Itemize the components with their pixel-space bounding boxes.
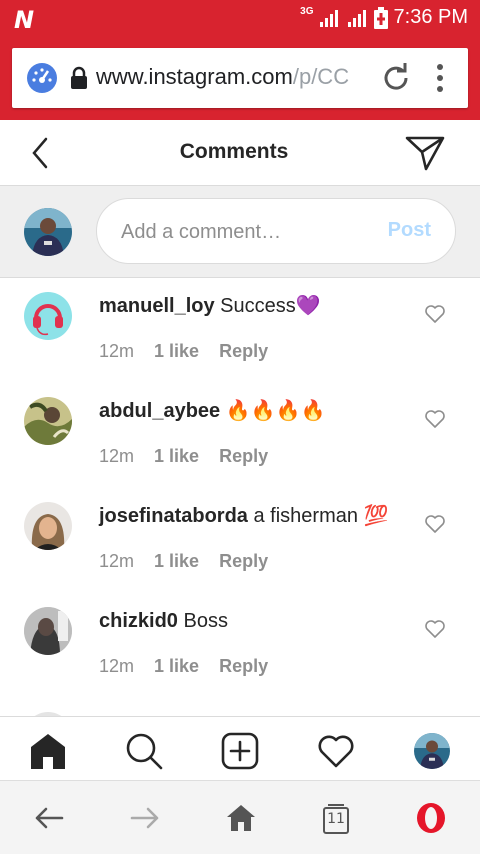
post-button[interactable]: Post (388, 219, 431, 242)
reply-button[interactable]: Reply (219, 341, 268, 361)
comment-body: Boss (183, 610, 228, 632)
comment-time: 12m (99, 551, 135, 571)
reply-button[interactable]: Reply (219, 551, 268, 571)
url-path: /p/CC (292, 64, 350, 89)
share-direct-icon[interactable] (404, 134, 446, 172)
comment-body: Success💜 (220, 295, 321, 317)
comment-meta: 12m 1 like Reply (99, 656, 283, 677)
comment-likes[interactable]: 1 like (154, 551, 199, 571)
comment-text: manuell_loy Success💜 (99, 294, 409, 318)
url-text[interactable]: www.instagram.com/p/CC (96, 64, 366, 94)
heart-icon[interactable] (424, 409, 446, 429)
comment-text: chizkid0 Boss (99, 609, 409, 633)
search-icon[interactable] (124, 731, 164, 771)
new-post-icon[interactable] (220, 731, 260, 771)
comment-item-partial (0, 698, 480, 716)
status-bar: N 3G 7:36 PM (0, 0, 480, 36)
speed-dial-icon[interactable] (26, 62, 58, 94)
reply-button[interactable]: Reply (219, 656, 268, 676)
forward-arrow-icon[interactable] (128, 801, 162, 835)
avatar[interactable] (24, 397, 72, 445)
signal-icon-2 (347, 9, 366, 27)
lock-icon (71, 66, 87, 89)
url-host: www.instagram.com (96, 64, 293, 89)
heart-icon[interactable] (424, 619, 446, 639)
comment-username[interactable]: manuell_loy (99, 295, 215, 317)
page-title: Comments (179, 140, 289, 163)
home-icon[interactable] (224, 801, 258, 835)
heart-icon[interactable] (424, 304, 446, 324)
browser-bottom-bar: 11 (0, 780, 480, 854)
comment-time: 12m (99, 341, 135, 361)
avatar (24, 208, 72, 256)
notification-app-icon: N (14, 6, 35, 34)
comment-likes[interactable]: 1 like (154, 341, 199, 361)
tab-count: 11 (327, 811, 345, 827)
comment-username[interactable]: chizkid0 (99, 610, 178, 632)
network-type: 3G (300, 6, 314, 17)
reload-icon[interactable] (380, 62, 412, 94)
comment-field[interactable]: Post (96, 198, 456, 264)
comment-item: manuell_loy Success💜 12m 1 like Reply (0, 278, 480, 383)
back-arrow-icon[interactable] (32, 801, 66, 835)
home-icon[interactable] (28, 731, 68, 771)
comment-meta: 12m 1 like Reply (99, 446, 283, 467)
avatar[interactable] (24, 502, 72, 550)
comment-username[interactable]: josefinataborda (99, 505, 248, 527)
instagram-tab-bar (0, 716, 480, 780)
heart-icon[interactable] (424, 514, 446, 534)
menu-dots-icon[interactable] (430, 62, 450, 94)
comment-composer: Post (0, 186, 480, 278)
comment-input[interactable] (121, 219, 371, 245)
comment-time: 12m (99, 446, 135, 466)
comment-item: chizkid0 Boss 12m 1 like Reply (0, 593, 480, 698)
signal-icon (319, 9, 338, 27)
avatar[interactable] (24, 607, 72, 655)
address-bar[interactable]: www.instagram.com/p/CC (12, 48, 468, 108)
profile-avatar[interactable] (414, 733, 450, 769)
tabs-button[interactable]: 11 (322, 803, 350, 835)
opera-menu-icon[interactable] (414, 801, 448, 835)
clock: 7:36 PM (393, 6, 468, 28)
comment-text: abdul_aybee 🔥🔥🔥🔥 (99, 399, 409, 423)
comment-list: manuell_loy Success💜 12m 1 like Reply ab… (0, 278, 480, 716)
comments-header: Comments (0, 120, 480, 186)
comment-meta: 12m 1 like Reply (99, 551, 283, 572)
activity-heart-icon[interactable] (316, 731, 356, 771)
status-indicators: 3G 7:36 PM (300, 6, 468, 29)
comment-text: josefinataborda a fisherman 💯 (99, 504, 409, 528)
browser-toolbar: www.instagram.com/p/CC (0, 36, 480, 120)
avatar[interactable] (24, 292, 72, 340)
comment-username[interactable]: abdul_aybee (99, 400, 220, 422)
reply-button[interactable]: Reply (219, 446, 268, 466)
comment-item: abdul_aybee 🔥🔥🔥🔥 12m 1 like Reply (0, 383, 480, 488)
comment-item: josefinataborda a fisherman 💯 12m 1 like… (0, 488, 480, 593)
comment-likes[interactable]: 1 like (154, 656, 199, 676)
comment-body: 🔥🔥🔥🔥 (225, 400, 326, 422)
comment-time: 12m (99, 656, 135, 676)
comment-likes[interactable]: 1 like (154, 446, 199, 466)
battery-charging-icon (373, 6, 388, 29)
comment-body: a fisherman 💯 (253, 505, 389, 527)
comment-meta: 12m 1 like Reply (99, 341, 283, 362)
